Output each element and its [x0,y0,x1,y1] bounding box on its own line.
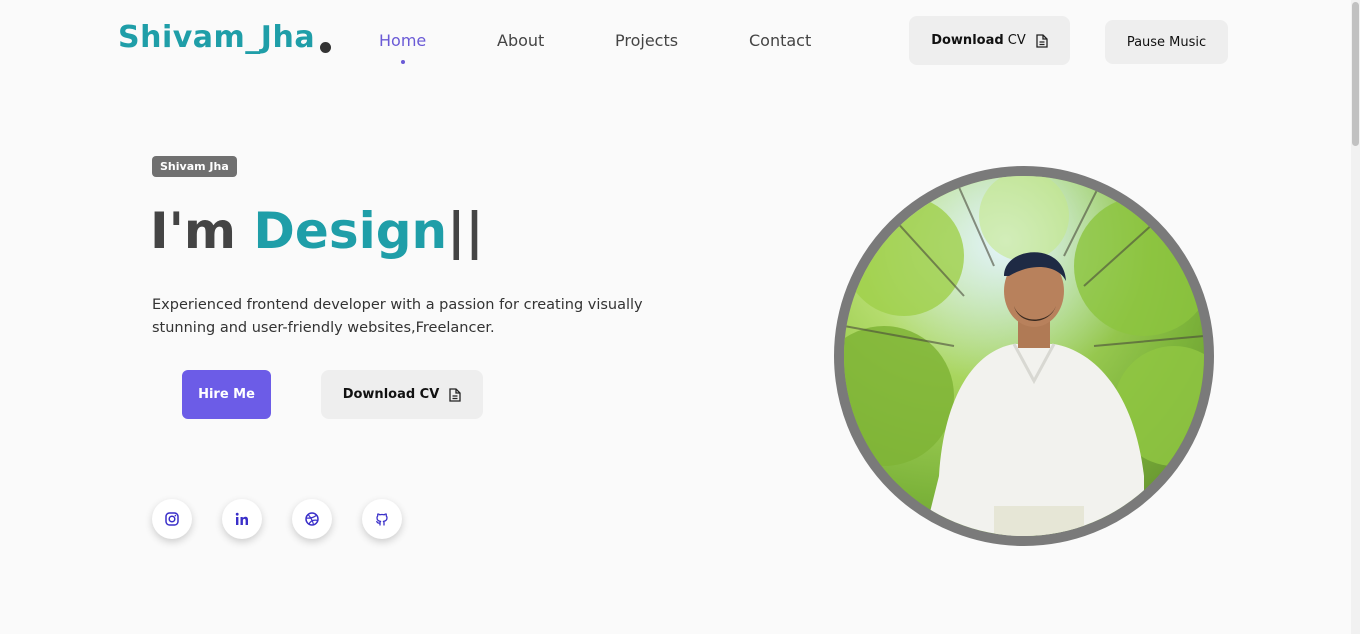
hero-description: Experienced frontend developer with a pa… [152,297,643,336]
github-link[interactable] [362,499,402,539]
hire-me-button[interactable]: Hire Me [182,370,271,419]
linkedin-link[interactable] [222,499,262,539]
dribbble-link[interactable] [292,499,332,539]
download-cv-label: CV [1007,33,1026,48]
headline-prefix: I'm [150,202,254,260]
hero-download-cv-button[interactable]: Download CV [321,370,483,419]
nav-about[interactable]: About [497,31,544,50]
download-bold-label: Download [931,33,1004,48]
profile-photo [834,166,1214,546]
hero-headline: I'm Design|| [150,202,484,260]
document-icon [1036,33,1048,48]
nav-home[interactable]: Home [379,31,426,50]
logo-dot [320,42,331,53]
typing-cursor: || [447,202,484,260]
nav-projects[interactable]: Projects [615,31,678,50]
nav-active-indicator [401,60,405,64]
instagram-icon [165,512,179,526]
dribbble-icon [305,512,319,526]
headline-typed-word: Design [253,202,448,260]
github-icon [376,513,388,526]
document-icon [449,387,461,402]
profile-photo-illustration [844,176,1204,536]
header-download-cv-button[interactable]: Download CV [909,16,1070,65]
page-scrollbar[interactable] [1351,0,1360,634]
instagram-link[interactable] [152,499,192,539]
hero-download-label: Download CV [342,387,440,402]
brand-logo[interactable]: Shivam_Jha [118,20,315,55]
name-tag: Shivam Jha [152,156,237,177]
linkedin-icon [235,512,248,525]
nav-contact[interactable]: Contact [749,31,811,50]
pause-music-button[interactable]: Pause Music [1105,20,1228,64]
scrollbar-thumb[interactable] [1352,2,1359,146]
